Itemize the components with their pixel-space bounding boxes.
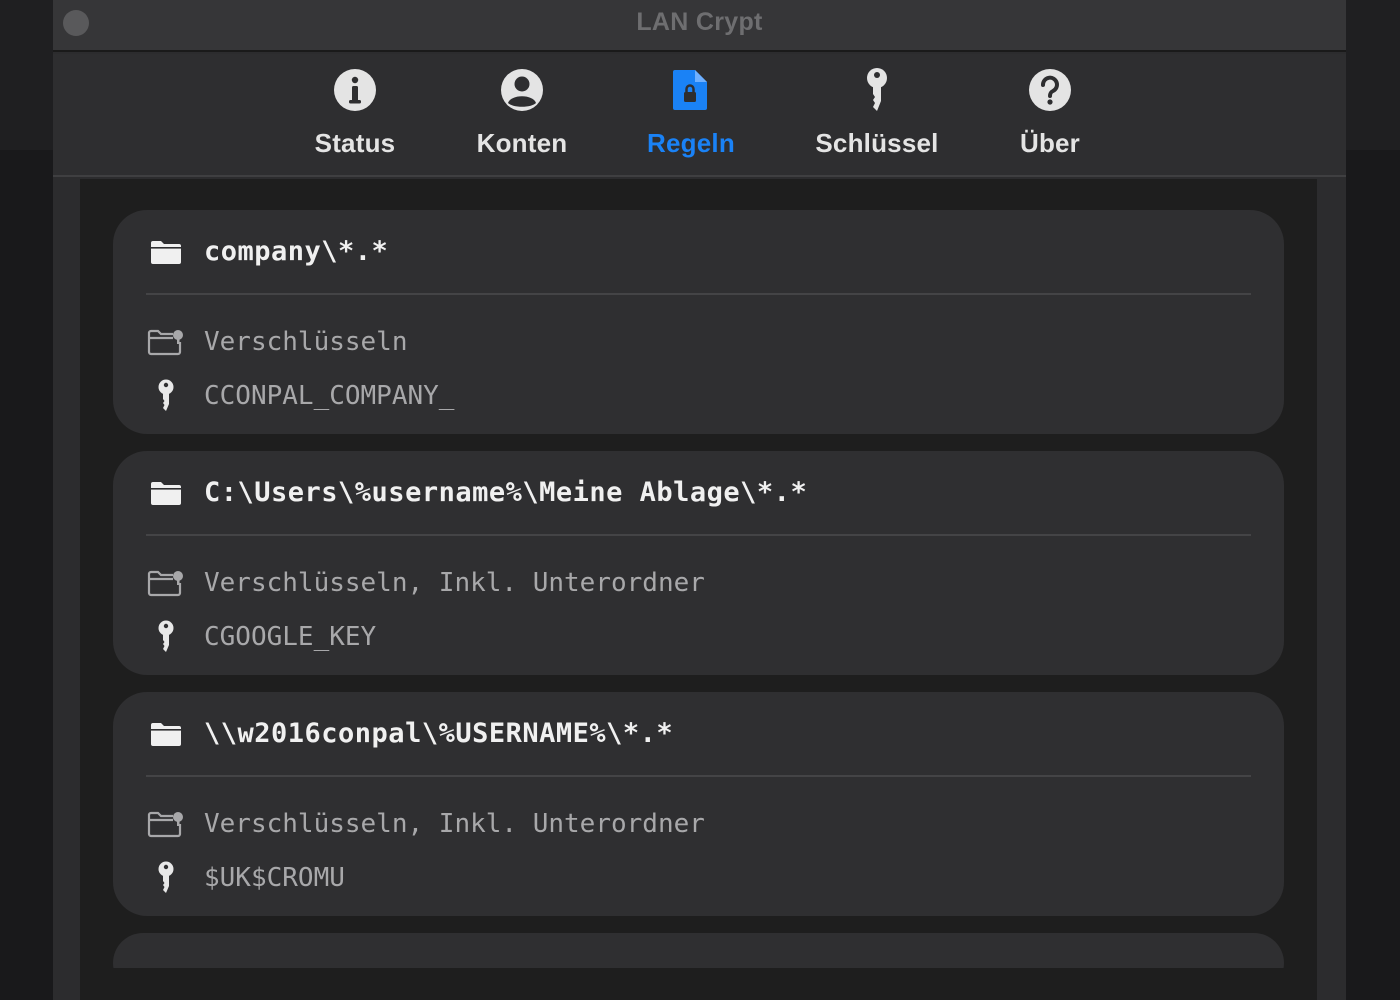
folder-badge-icon xyxy=(146,322,186,362)
desktop-background-left xyxy=(0,0,53,1000)
tab-schluessel[interactable]: Schlüssel xyxy=(792,66,962,166)
rule-path: C:\Users\%username%\Meine Ablage\*.* xyxy=(204,477,808,508)
key-icon xyxy=(853,66,901,114)
rule-header: company\*.* xyxy=(146,210,1251,295)
tab-status-label: Status xyxy=(314,128,396,158)
content-border-right xyxy=(1315,179,1344,1000)
tab-schluessel-label: Schlüssel xyxy=(815,128,939,158)
content-border-left xyxy=(53,179,80,1000)
folder-icon xyxy=(146,473,186,513)
rule-key: $UK$CROMU xyxy=(204,863,345,893)
folder-badge-icon xyxy=(146,563,186,603)
key-icon xyxy=(146,858,186,898)
rule-path: company\*.* xyxy=(204,236,389,267)
rule-card[interactable]: company\*.* Verschlüsseln CCONPAL_COMPAN… xyxy=(113,210,1284,434)
rule-key-row: CCONPAL_COMPANY_ xyxy=(146,376,1251,416)
rule-action: Verschlüsseln, Inkl. Unterordner xyxy=(204,568,705,598)
rule-key: CGOOGLE_KEY xyxy=(204,622,377,652)
app-window: LAN Crypt Status Konten Regeln Schlüssel… xyxy=(53,0,1346,1000)
tab-regeln[interactable]: Regeln xyxy=(606,66,776,166)
folder-badge-icon xyxy=(146,804,186,844)
folder-icon xyxy=(146,714,186,754)
preferences-toolbar: Status Konten Regeln Schlüssel Über xyxy=(53,54,1346,177)
desktop-background-right xyxy=(1346,0,1400,1000)
tab-status[interactable]: Status xyxy=(270,66,440,166)
list-bottom-edge xyxy=(80,968,1317,1000)
folder-icon xyxy=(146,232,186,272)
window-title: LAN Crypt xyxy=(636,8,763,36)
rule-key: CCONPAL_COMPANY_ xyxy=(204,381,455,411)
rule-card[interactable]: \\w2016conpal\%USERNAME%\*.* Verschlüsse… xyxy=(113,692,1284,916)
rule-action-row: Verschlüsseln xyxy=(146,322,1251,362)
tab-ueber-label: Über xyxy=(1019,128,1081,158)
key-icon xyxy=(146,617,186,657)
rule-header: \\w2016conpal\%USERNAME%\*.* xyxy=(146,692,1251,777)
tab-konten[interactable]: Konten xyxy=(437,66,607,166)
rules-list[interactable]: company\*.* Verschlüsseln CCONPAL_COMPAN… xyxy=(80,179,1317,1000)
rule-card[interactable]: C:\Users\%username%\Meine Ablage\*.* Ver… xyxy=(113,451,1284,675)
question-circle-icon xyxy=(1026,66,1074,114)
rule-action: Verschlüsseln, Inkl. Unterordner xyxy=(204,809,705,839)
rule-key-row: CGOOGLE_KEY xyxy=(146,617,1251,657)
tab-regeln-label: Regeln xyxy=(647,128,735,158)
rule-path: \\w2016conpal\%USERNAME%\*.* xyxy=(204,718,674,749)
rule-action-row: Verschlüsseln, Inkl. Unterordner xyxy=(146,563,1251,603)
rule-header: C:\Users\%username%\Meine Ablage\*.* xyxy=(146,451,1251,536)
rule-key-row: $UK$CROMU xyxy=(146,858,1251,898)
title-bar: LAN Crypt xyxy=(53,0,1346,52)
tab-konten-label: Konten xyxy=(476,128,568,158)
key-icon xyxy=(146,376,186,416)
tab-ueber[interactable]: Über xyxy=(965,66,1135,166)
info-circle-icon xyxy=(331,66,379,114)
doc-lock-icon xyxy=(667,66,715,114)
person-circle-icon xyxy=(498,66,546,114)
rule-action-row: Verschlüsseln, Inkl. Unterordner xyxy=(146,804,1251,844)
rule-action: Verschlüsseln xyxy=(204,327,408,357)
